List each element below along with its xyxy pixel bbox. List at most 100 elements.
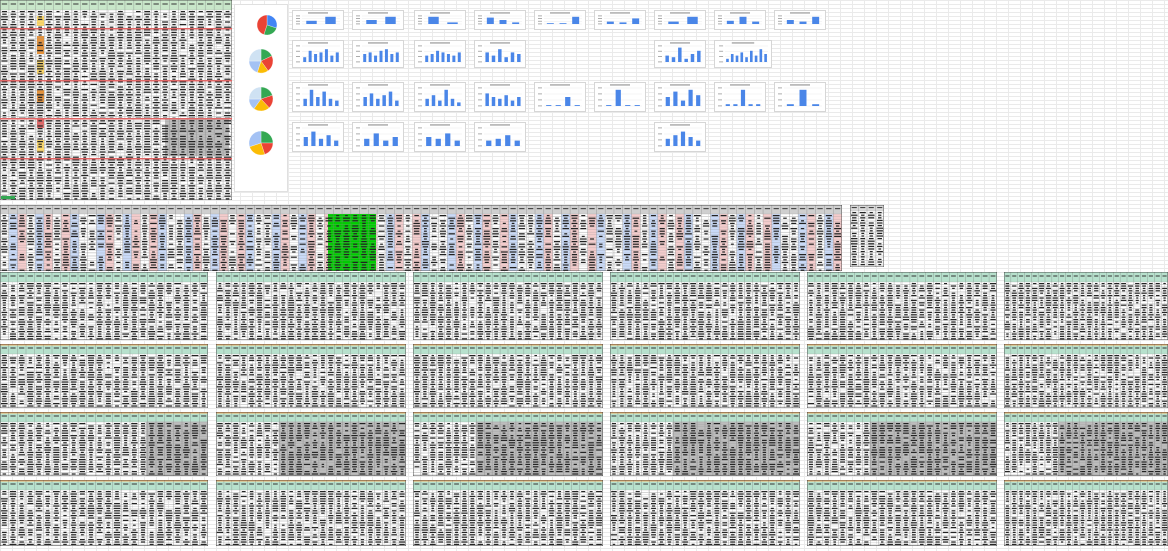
cell-value xyxy=(37,241,41,243)
header-label xyxy=(177,208,183,210)
cell-value xyxy=(53,314,60,316)
cell-value xyxy=(200,338,207,340)
cell-value xyxy=(359,287,366,289)
data-table[interactable] xyxy=(0,271,209,341)
cell-value xyxy=(208,182,212,184)
cell-value xyxy=(99,133,106,135)
cell-value xyxy=(423,248,427,250)
cell-value xyxy=(1,133,7,135)
cell-value xyxy=(145,26,149,28)
cell-value xyxy=(154,190,158,192)
cell-value xyxy=(46,222,51,224)
cell-value xyxy=(160,267,165,269)
cell-value xyxy=(127,42,132,44)
bar-chart xyxy=(534,10,586,30)
cell-value xyxy=(55,122,61,124)
cell-value xyxy=(431,217,438,219)
cell-value xyxy=(88,302,94,304)
cell-value xyxy=(198,31,203,33)
cell-value xyxy=(116,238,121,240)
side-summary-table[interactable] xyxy=(849,204,885,268)
cell-value xyxy=(834,254,842,256)
cell-value xyxy=(641,225,648,227)
cell-value xyxy=(172,146,176,148)
cell-value xyxy=(20,135,24,137)
cell-value xyxy=(108,238,112,240)
cell-value xyxy=(518,225,526,227)
cell-value xyxy=(11,37,16,39)
cell-value xyxy=(148,292,155,294)
cell-value xyxy=(826,228,831,230)
cell-value xyxy=(10,151,17,153)
cell-value xyxy=(694,228,701,230)
table-grid[interactable] xyxy=(0,0,233,201)
cell-value xyxy=(117,18,124,20)
cell-value xyxy=(45,47,53,49)
cell-value xyxy=(677,254,682,256)
cell-value xyxy=(606,233,613,235)
cell-value xyxy=(140,287,146,289)
data-table[interactable] xyxy=(215,271,407,341)
cell-value xyxy=(352,287,357,289)
table-grid[interactable] xyxy=(0,204,843,272)
cell-value xyxy=(202,287,206,289)
sheet-tab-marker[interactable] xyxy=(1,196,15,199)
cell-value xyxy=(215,11,222,13)
cell-value xyxy=(46,254,50,256)
cell-value xyxy=(546,256,551,258)
tick-label xyxy=(598,20,602,22)
cell-value xyxy=(211,225,218,227)
cell-value xyxy=(176,259,183,261)
cell-value xyxy=(54,225,60,227)
table-grid[interactable] xyxy=(849,204,885,268)
cell-value xyxy=(46,94,52,96)
cell-value xyxy=(170,154,178,156)
cell-value xyxy=(246,259,254,261)
tick-label xyxy=(658,87,662,89)
cell-value xyxy=(83,102,87,104)
cell-value xyxy=(546,215,550,217)
header-label xyxy=(46,3,52,5)
cell-value xyxy=(72,115,79,117)
cell-value xyxy=(362,235,366,237)
cell-value xyxy=(198,128,204,130)
cell-value xyxy=(206,190,214,192)
cell-value xyxy=(179,94,187,96)
cell-value xyxy=(29,220,33,222)
cell-value xyxy=(20,180,24,182)
table-grid[interactable] xyxy=(215,271,407,341)
table-grid[interactable] xyxy=(0,271,209,341)
cell-value xyxy=(28,307,33,309)
cell-value xyxy=(27,187,35,189)
cell-value xyxy=(868,238,874,240)
cell-value xyxy=(143,128,151,130)
cell-value xyxy=(72,104,79,106)
cell-value xyxy=(633,222,639,224)
cell-value xyxy=(98,307,102,309)
cell-value xyxy=(188,107,195,109)
wide-data-table[interactable] xyxy=(0,204,843,272)
cell-value xyxy=(46,13,52,15)
cell-value xyxy=(159,238,165,240)
cell-value xyxy=(188,169,195,171)
cell-value xyxy=(154,148,159,150)
cell-value xyxy=(11,323,15,325)
cell-value xyxy=(536,222,543,224)
cell-value xyxy=(334,248,341,250)
cell-value xyxy=(167,311,171,313)
summary-table[interactable] xyxy=(0,0,233,201)
cell-value xyxy=(143,264,147,266)
cell-value xyxy=(384,283,388,285)
cell-value xyxy=(198,68,204,70)
cell-value xyxy=(370,220,375,222)
cell-value xyxy=(877,261,883,263)
cell-value xyxy=(202,228,210,230)
cell-value xyxy=(108,107,115,109)
cell-value xyxy=(172,78,176,80)
cell-value xyxy=(1,161,8,163)
cell-value xyxy=(344,228,349,230)
header-label xyxy=(192,275,198,277)
cell-value xyxy=(131,292,137,294)
cell-value xyxy=(188,172,195,174)
cell-value xyxy=(123,295,128,297)
